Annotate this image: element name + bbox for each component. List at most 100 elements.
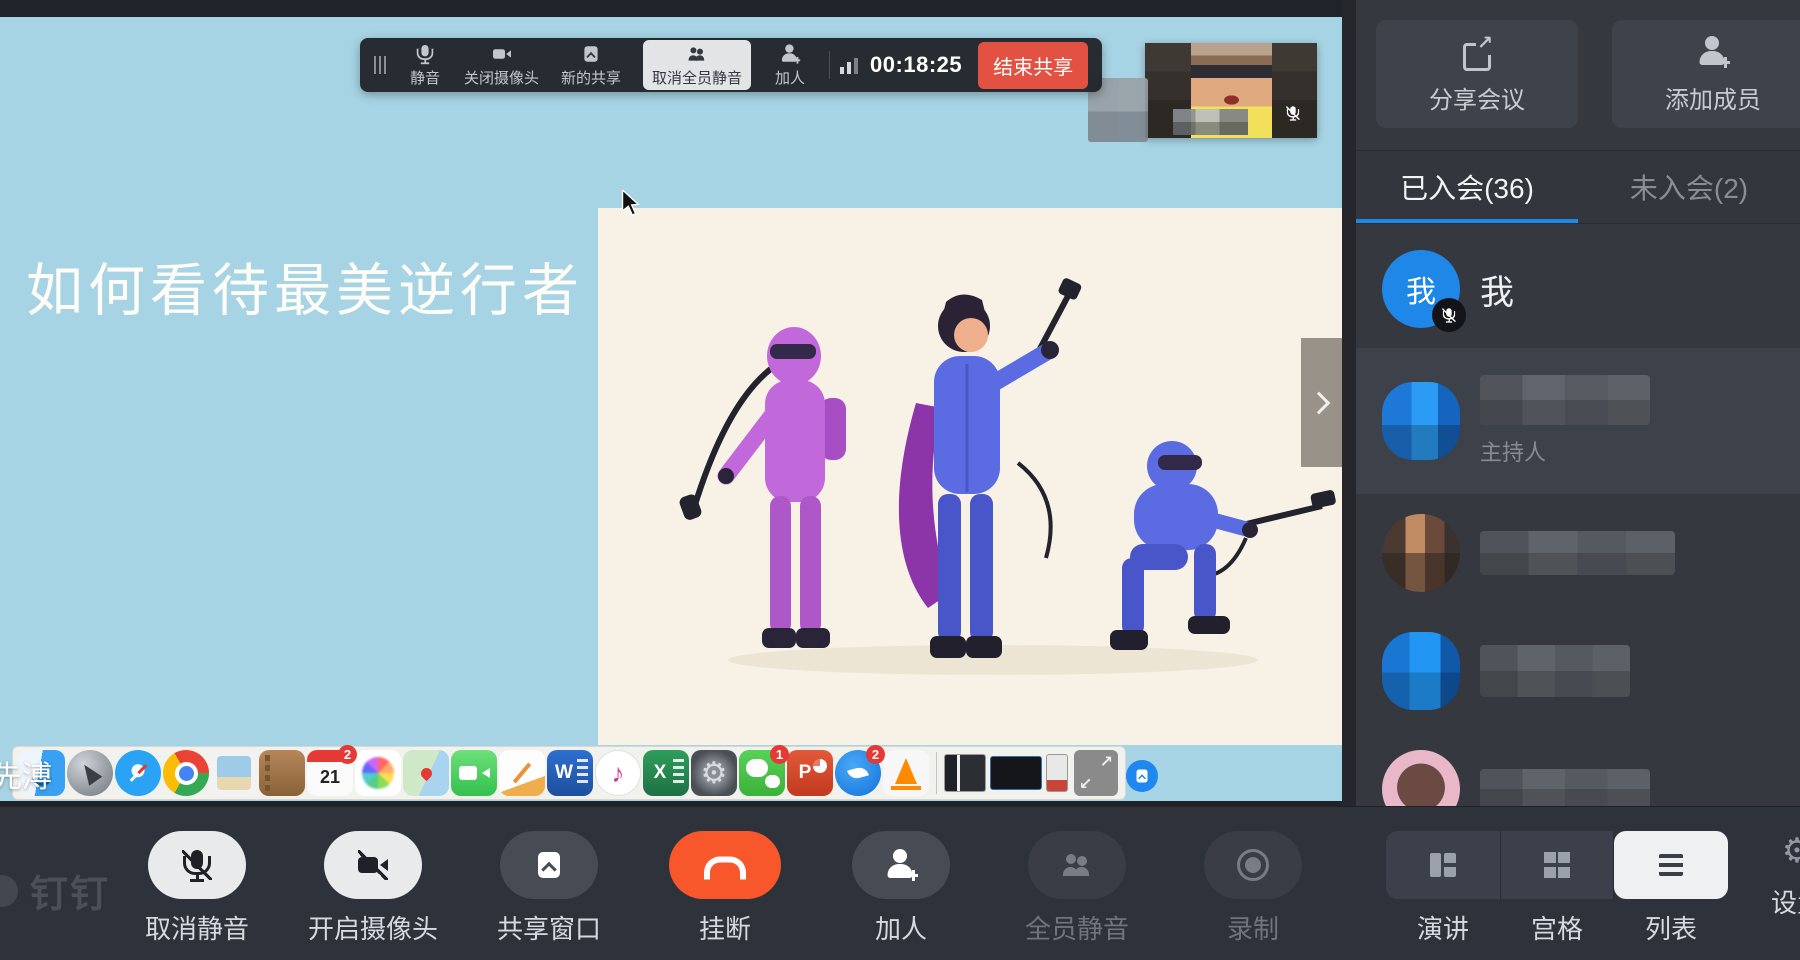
view-mode-speaker[interactable]: 演讲 (1386, 831, 1500, 946)
blurred-participant-name (1480, 645, 1630, 697)
meeting-control-bar: 钉钉 取消静音开启摄像头 共享窗口 挂断 加人 全员静音录制 演讲 宫格 列表 设置 (0, 806, 1800, 960)
word-icon[interactable]: W (547, 750, 593, 796)
calendar-icon[interactable]: 212 (307, 750, 353, 796)
vlc-icon[interactable] (883, 750, 929, 796)
toolbar-button-person-add[interactable]: 加人 (773, 42, 807, 88)
end-share-button[interactable]: 结束共享 (978, 42, 1088, 89)
toolbar-buttons: 静音 关闭摄像头 新的共享 取消全员静音 加人 (408, 40, 807, 90)
external-link-icon (1459, 34, 1495, 70)
self-video-thumbnail[interactable] (1145, 43, 1317, 138)
bottom-button-share-window[interactable]: 共享窗口 (478, 831, 620, 946)
view-mode-grid[interactable]: 宫格 (1500, 831, 1614, 946)
launchpad-icon[interactable] (67, 750, 113, 796)
camera-icon (485, 42, 519, 66)
bottom-button-label: 开启摄像头 (308, 909, 438, 946)
notification-badge: 2 (866, 745, 885, 764)
slide-title: 如何看待最美逆行者 (26, 245, 584, 327)
bottom-button-person-add[interactable]: 加人 (830, 831, 972, 946)
bottom-button-mic-off[interactable]: 取消静音 (126, 831, 268, 946)
participant-row[interactable] (1356, 730, 1800, 806)
person-add-icon (883, 847, 919, 883)
toolbar-button-microphone[interactable]: 静音 (408, 42, 442, 88)
floating-share-toolbar: 静音 关闭摄像头 新的共享 取消全员静音 加人 00:18:25 结束共享 (360, 38, 1102, 92)
blurred-participant-name (1480, 769, 1650, 806)
preview-icon[interactable] (211, 750, 257, 796)
bottom-button-people-mute[interactable]: 全员静音 (1006, 831, 1148, 946)
macos-dock: 212WX1P2 ↗↙ (12, 746, 1126, 800)
camera-off-icon (355, 847, 391, 883)
layout-speaker-icon (1425, 847, 1461, 883)
bottom-button-phone-down[interactable]: 挂断 (654, 831, 796, 946)
toolbar-button-label: 关闭摄像头 (464, 67, 539, 88)
toolbar-button-label: 静音 (410, 67, 440, 88)
bottom-button-label: 录制 (1227, 909, 1279, 946)
minimized-window-thumbnail[interactable] (944, 754, 986, 792)
minimized-window-thumbnail[interactable] (990, 756, 1042, 790)
minimized-window-thumbnail[interactable] (1046, 754, 1068, 792)
microphone-icon (408, 42, 442, 66)
toolbar-button-label: 取消全员静音 (652, 67, 742, 88)
self-muted-mic-icon (1275, 95, 1311, 136)
person-add-icon (773, 42, 807, 66)
chrome-icon[interactable] (163, 750, 209, 796)
view-mode-list[interactable]: 列表 (1614, 831, 1728, 946)
excel-icon[interactable]: X (643, 750, 689, 796)
bottom-button-label: 共享窗口 (497, 909, 601, 946)
participant-row[interactable]: 主持人 (1356, 348, 1800, 494)
powerpoint-icon[interactable]: P (787, 750, 833, 796)
blurred-participant-name (1480, 531, 1675, 575)
share-window-icon (574, 42, 608, 66)
tab-joined[interactable]: 已入会(36) (1356, 151, 1578, 223)
chevron-right-icon (1308, 391, 1331, 414)
participant-avatar (1382, 632, 1460, 710)
sidebar-actions: 分享会议 添加成员 (1376, 20, 1800, 128)
dock-separator (936, 752, 937, 794)
participant-row[interactable]: 我我 (1356, 230, 1800, 348)
facetime-icon[interactable] (451, 750, 497, 796)
toolbar-button-camera[interactable]: 关闭摄像头 (464, 42, 539, 88)
dingtalk-icon[interactable]: 2 (835, 750, 881, 796)
view-mode-switcher: 演讲 宫格 列表 (1386, 831, 1728, 946)
maps-icon[interactable] (403, 750, 449, 796)
dingtalk-watermark: 钉钉 (0, 863, 110, 918)
control-buttons: 取消静音开启摄像头 共享窗口 挂断 加人 全员静音录制 (126, 831, 1324, 946)
contacts-icon[interactable] (259, 750, 305, 796)
pages-icon[interactable] (499, 750, 545, 796)
toolbar-button-people-mute[interactable]: 取消全员静音 (643, 40, 751, 90)
share-window-icon (1133, 767, 1151, 785)
toolbar-button-label: 加人 (775, 67, 805, 88)
meeting-timer: 00:18:25 (870, 52, 962, 78)
dingtalk-logo-icon (0, 875, 18, 907)
settings-button[interactable]: 设置 (1762, 835, 1800, 920)
participant-name: 我 (1480, 265, 1514, 314)
bottom-button-label: 挂断 (699, 909, 751, 946)
mouse-cursor (620, 190, 642, 216)
drag-handle-icon[interactable] (374, 56, 386, 74)
system-preferences-icon[interactable] (691, 750, 737, 796)
bottom-button-label: 加人 (875, 909, 927, 946)
dingtalk-share-bubble[interactable] (1126, 760, 1158, 792)
participant-avatar (1382, 382, 1460, 460)
add-member-button[interactable]: 添加成员 (1612, 20, 1800, 128)
wechat-icon[interactable]: 1 (739, 750, 785, 796)
safari-icon[interactable] (115, 750, 161, 796)
next-slide-button[interactable] (1301, 338, 1342, 467)
mic-muted-badge-icon (1432, 298, 1466, 332)
screen-share-area: 如何看待最美逆行者 (0, 0, 1342, 806)
bottom-button-record[interactable]: 录制 (1182, 831, 1324, 946)
toolbar-button-label: 新的共享 (561, 67, 621, 88)
share-meeting-button[interactable]: 分享会议 (1376, 20, 1578, 128)
participant-row[interactable] (1356, 612, 1800, 730)
itunes-icon[interactable] (595, 750, 641, 796)
toolbar-button-share-window[interactable]: 新的共享 (561, 42, 621, 88)
participant-list: 我我主持人 (1356, 230, 1800, 806)
gear-icon (1779, 835, 1800, 871)
participant-row[interactable] (1356, 494, 1800, 612)
expand-fullscreen-icon[interactable]: ↗↙ (1074, 750, 1118, 796)
people-mute-icon (680, 42, 714, 66)
bottom-button-camera-off[interactable]: 开启摄像头 (302, 831, 444, 946)
photos-icon[interactable] (355, 750, 401, 796)
blurred-participant-name (1480, 375, 1650, 425)
tab-not-joined[interactable]: 未入会(2) (1578, 151, 1800, 223)
people-mute-icon (1059, 847, 1095, 883)
